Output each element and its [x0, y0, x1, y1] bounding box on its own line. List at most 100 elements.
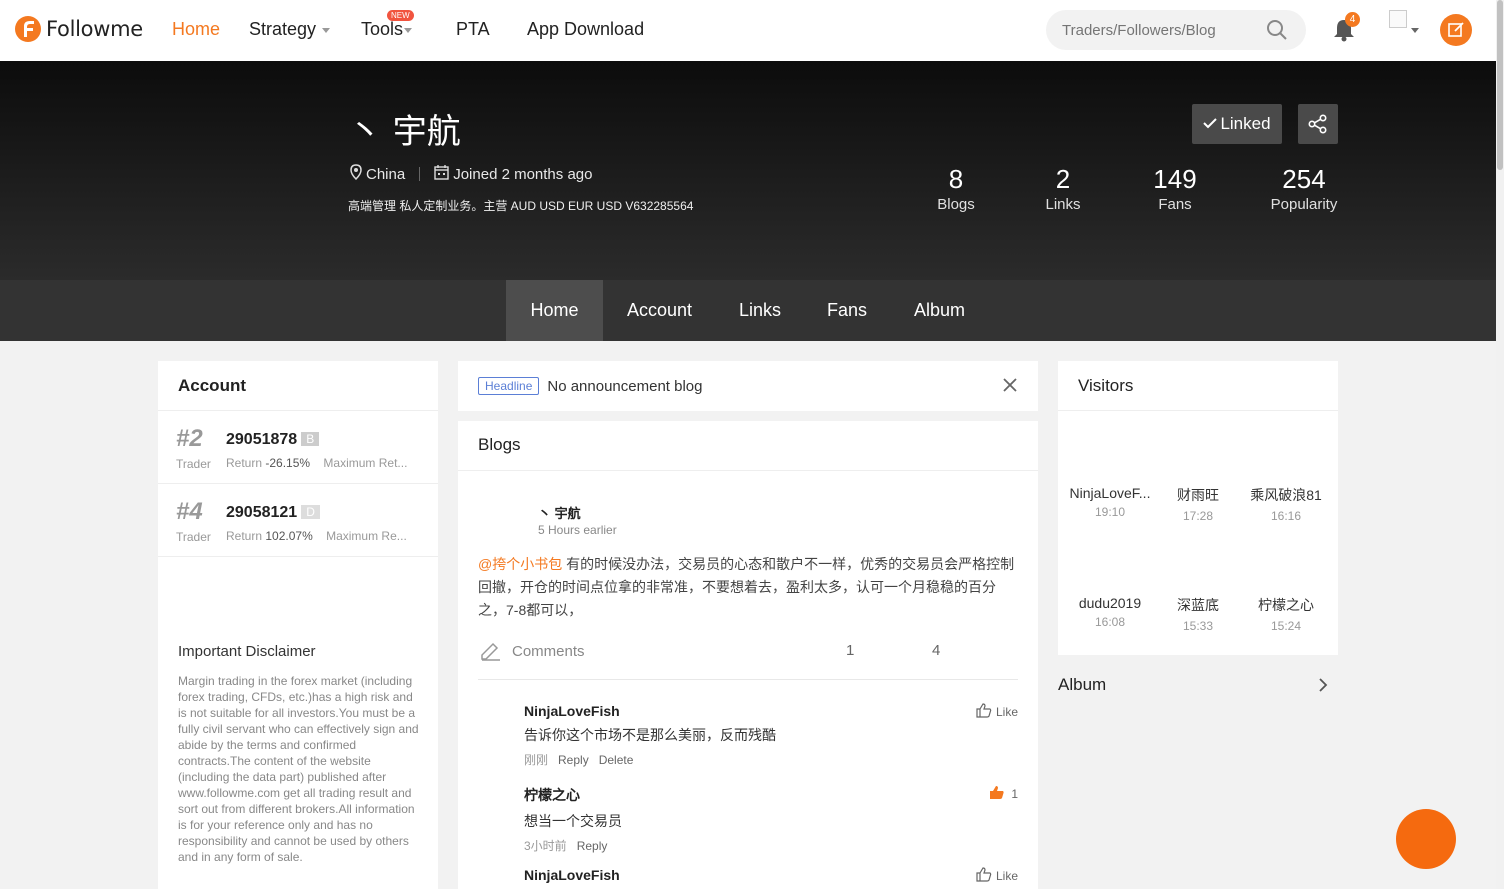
search-icon[interactable]	[1266, 19, 1288, 46]
stat-value: 254	[1282, 164, 1326, 194]
return-label: Return	[226, 456, 263, 470]
like-button[interactable]: Like	[976, 867, 1018, 885]
logo-text: Followme	[46, 17, 143, 41]
thumbs-up-icon	[976, 867, 992, 885]
comment-item: 柠檬之心 想当一个交易员 3小时前 Reply 1	[524, 785, 1018, 854]
like-button[interactable]: Like	[976, 703, 1018, 721]
comment-item: NinjaLoveFish Like	[524, 867, 1018, 883]
search-box	[1046, 10, 1306, 50]
post-mention[interactable]: @挎个小书包	[478, 556, 562, 572]
share-count[interactable]: 1	[846, 642, 854, 659]
scrollbar-thumb[interactable]	[1497, 0, 1503, 170]
chevron-down-icon	[322, 27, 331, 33]
tab-links[interactable]: Links	[726, 280, 794, 341]
stat-blogs[interactable]: 8 Blogs	[926, 164, 986, 213]
comment-author[interactable]: NinjaLoveFish	[524, 703, 1018, 719]
blogs-card-title: Blogs	[458, 421, 1038, 471]
comment-time: 3小时前	[524, 839, 567, 853]
comment-author[interactable]: 柠檬之心	[524, 785, 1018, 805]
top-navbar: Followme Home Strategy Tools NEW PTA App …	[0, 0, 1496, 61]
thumbs-up-icon	[976, 703, 992, 721]
nav-tools-label: Tools	[361, 19, 404, 39]
chevron-right-icon[interactable]	[1318, 677, 1328, 698]
like-count[interactable]: 4	[932, 642, 940, 659]
tab-fans[interactable]: Fans	[816, 280, 878, 341]
visitor-item[interactable]: NinjaLoveF... 19:10	[1066, 485, 1154, 519]
visitor-time: 16:08	[1094, 615, 1126, 629]
visitor-time: 16:16	[1270, 509, 1302, 523]
announcement-bar: Headline No announcement blog	[458, 361, 1038, 411]
logo[interactable]: Followme	[14, 14, 143, 44]
announcement-text: No announcement blog	[547, 377, 703, 395]
delete-button[interactable]: Delete	[599, 753, 634, 767]
nav-strategy[interactable]: Strategy	[249, 19, 331, 40]
thumbs-up-filled-icon	[989, 785, 1005, 803]
account-number: 29051878 B	[226, 431, 320, 449]
visitor-item[interactable]: 乘风破浪81 16:16	[1242, 485, 1330, 523]
comment-author[interactable]: NinjaLoveFish	[524, 867, 1018, 883]
stat-links[interactable]: 2 Links	[1033, 164, 1093, 213]
close-icon[interactable]	[1002, 377, 1018, 398]
account-stats: Return 102.07% Maximum Re...	[226, 529, 426, 543]
reply-button[interactable]: Reply	[577, 839, 608, 853]
like-button[interactable]: 1	[989, 785, 1018, 803]
stat-label: Blogs	[937, 196, 975, 213]
post-body[interactable]: @挎个小书包 有的时候没办法，交易员的心态和散户不一样，优秀的交易员会严格控制回…	[478, 553, 1018, 622]
nav-pta[interactable]: PTA	[456, 19, 490, 40]
blogs-card: Blogs 丶 宇航 5 Hours earlier @挎个小书包 有的时候没办…	[458, 421, 1038, 889]
visitor-item[interactable]: 深蓝底 15:33	[1154, 595, 1242, 633]
account-row[interactable]: #2 29051878 B Trader Return -26.15% Maxim…	[158, 411, 438, 484]
account-rank: #2	[176, 425, 203, 452]
visitors-card: Visitors NinjaLoveF... 19:10 财雨旺 17:28 乘…	[1058, 361, 1338, 655]
stat-label: Fans	[1158, 196, 1192, 213]
profile-bio: 高端管理 私人定制业务。主营 AUD USD EUR USD V63228556…	[348, 199, 694, 213]
edit-comment-icon[interactable]	[480, 641, 502, 666]
account-number: 29058121 D	[226, 504, 320, 522]
comment-text: 想当一个交易员	[524, 813, 622, 829]
stat-popularity[interactable]: 254 Popularity	[1266, 164, 1342, 213]
visitor-name: 柠檬之心	[1258, 597, 1314, 613]
reply-button[interactable]: Reply	[558, 753, 589, 767]
post-author[interactable]: 丶 宇航	[538, 503, 581, 522]
share-button[interactable]	[1298, 104, 1338, 144]
account-type-badge: D	[301, 505, 320, 519]
location-icon	[350, 164, 362, 184]
visitor-item[interactable]: 财雨旺 17:28	[1154, 485, 1242, 523]
max-drawdown-label: Maximum Ret...	[323, 456, 408, 470]
comment-meta: 3小时前 Reply	[524, 837, 1018, 854]
visitor-time: 19:10	[1094, 505, 1126, 519]
stat-fans[interactable]: 149 Fans	[1145, 164, 1205, 213]
calendar-icon	[434, 164, 449, 184]
write-post-button[interactable]	[1440, 14, 1472, 46]
like-label: Like	[995, 705, 1018, 719]
nav-strategy-label: Strategy	[249, 19, 317, 39]
profile-name: 丶 宇航	[348, 112, 461, 152]
album-title: Album	[1058, 675, 1107, 694]
tab-album[interactable]: Album	[899, 280, 980, 341]
nav-home[interactable]: Home	[172, 19, 220, 40]
user-avatar[interactable]	[1389, 10, 1407, 28]
visitor-item[interactable]: 柠檬之心 15:24	[1242, 595, 1330, 633]
tab-account[interactable]: Account	[613, 280, 706, 341]
album-section[interactable]: Album	[1058, 675, 1338, 701]
visitor-name: NinjaLoveF...	[1069, 485, 1151, 501]
account-number-text: 29051878	[226, 431, 298, 448]
search-input[interactable]	[1062, 21, 1262, 39]
comments-button[interactable]: Comments	[512, 643, 585, 660]
account-stats: Return -26.15% Maximum Ret...	[226, 456, 426, 470]
account-type-badge: B	[301, 432, 320, 446]
tab-home[interactable]: Home	[506, 280, 603, 341]
account-rank: #4	[176, 498, 203, 525]
nav-tools[interactable]: Tools NEW	[361, 10, 414, 40]
headline-tag: Headline	[478, 377, 540, 395]
chevron-down-icon[interactable]	[1411, 28, 1419, 33]
floating-action-button[interactable]	[1396, 809, 1456, 869]
notification-count-badge: 4	[1345, 12, 1360, 27]
visitor-name: 乘风破浪81	[1250, 487, 1322, 503]
comment-text: 告诉你这个市场不是那么美丽，反而残酷	[524, 727, 776, 743]
linked-button[interactable]: Linked	[1192, 104, 1282, 144]
account-row[interactable]: #4 29058121 D Trader Return 102.07% Maxim…	[158, 484, 438, 557]
comment-item: NinjaLoveFish 告诉你这个市场不是那么美丽，反而残酷 刚刚 Reply…	[524, 703, 1018, 768]
nav-app-download[interactable]: App Download	[527, 19, 644, 40]
visitor-item[interactable]: dudu2019 16:08	[1066, 595, 1154, 629]
